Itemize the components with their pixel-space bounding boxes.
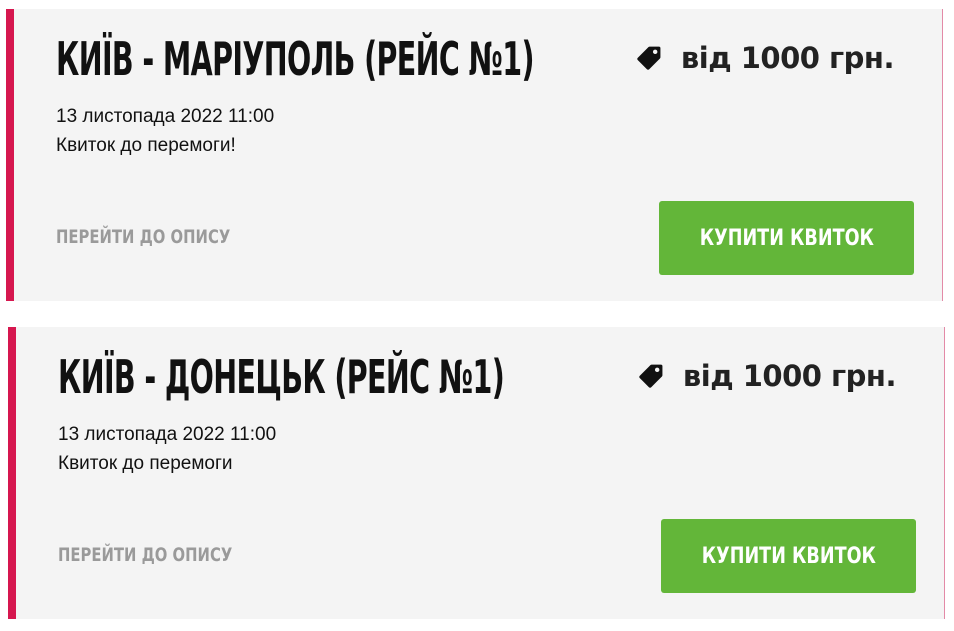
details-link[interactable]: ПЕРЕЙТИ ДО ОПИСУ [56, 226, 230, 248]
trip-card: КИЇВ - МАРІУПОЛЬ (РЕЙС №1) від 1000 грн.… [6, 9, 943, 301]
trip-title: КИЇВ - МАРІУПОЛЬ (РЕЙС №1) [56, 32, 534, 86]
price-tag-icon [639, 364, 663, 388]
price-tag-icon [637, 46, 661, 70]
trip-note: Квиток до перемоги! [56, 135, 236, 156]
trip-price: від 1000 грн. [635, 41, 895, 75]
details-link[interactable]: ПЕРЕЙТИ ДО ОПИСУ [58, 544, 232, 566]
trip-datetime: 13 листопада 2022 11:00 [58, 424, 277, 445]
buy-ticket-label: КУПИТИ КВИТОК [701, 543, 876, 569]
trip-datetime: 13 листопада 2022 11:00 [56, 106, 275, 127]
buy-ticket-label: КУПИТИ КВИТОК [699, 225, 874, 251]
trip-note: Квиток до перемоги [58, 453, 233, 474]
trip-card: КИЇВ - ДОНЕЦЬК (РЕЙС №1) від 1000 грн. 1… [8, 327, 945, 619]
trip-price: від 1000 грн. [637, 359, 897, 393]
buy-ticket-button[interactable]: КУПИТИ КВИТОК [661, 519, 916, 593]
trip-title: КИЇВ - ДОНЕЦЬК (РЕЙС №1) [58, 350, 505, 404]
buy-ticket-button[interactable]: КУПИТИ КВИТОК [659, 201, 914, 275]
price-label: від 1000 грн. [682, 359, 897, 393]
price-label: від 1000 грн. [680, 41, 895, 75]
